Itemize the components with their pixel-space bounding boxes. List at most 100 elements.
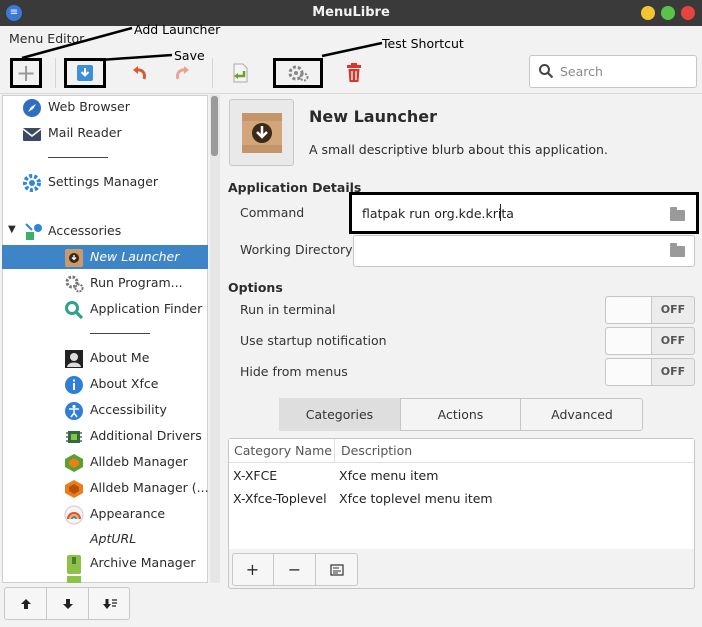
run-in-terminal-toggle[interactable]: OFF [605,296,695,324]
appearance-icon [64,505,84,525]
sort-icon [103,598,117,609]
annotation-add-launcher: Add Launcher [134,22,221,37]
tree-item-application-finder[interactable]: Application Finder [2,297,208,321]
add-category-button[interactable]: + [232,553,274,586]
about-xfce-icon [65,376,83,394]
additional-drivers-icon [66,431,82,443]
hide-from-menus-toggle[interactable]: OFF [605,358,695,386]
annotation-save: Save [174,48,205,63]
tree-item-label: Alldeb Manager [90,454,188,469]
column-header-category-name[interactable]: Category Name [229,439,335,463]
tree-item-mail-reader[interactable]: Mail Reader [2,121,208,145]
add-icon: + [245,560,260,579]
move-down-button[interactable] [47,587,89,620]
mail-reader-icon [22,128,42,141]
tree-item-label: Run Program... [90,275,183,290]
tree-item-label: Archive Manager [90,555,196,570]
launcher-name[interactable]: New Launcher [309,107,437,126]
tree-item-apturl[interactable]: AptURL [2,527,208,551]
web-browser-icon [23,99,41,117]
tree-item-appearance[interactable]: Appearance [2,502,208,526]
tree-item-label: Mail Reader [48,125,122,140]
tree-item-alldeb-manager-2[interactable]: Alldeb Manager (... [2,476,209,500]
tree-separator [48,157,108,158]
hide-from-menus-label: Hide from menus [240,364,348,379]
tree-item-label: Additional Drivers [90,428,202,443]
tree-item-about-me[interactable]: About Me [2,346,208,370]
tree-item-label: New Launcher [90,249,180,264]
clear-icon [330,563,344,576]
tree-item-archive-manager[interactable]: Archive Manager [2,551,208,575]
move-up-icon [20,598,31,609]
toggle-state: OFF [660,334,686,347]
application-finder-icon [65,301,84,320]
tree-item-settings-manager[interactable]: Settings Manager [2,170,208,194]
move-up-button[interactable] [5,587,47,620]
table-cell[interactable]: Xfce toplevel menu item [339,491,493,506]
new-launcher-icon [65,249,83,267]
startup-notification-label: Use startup notification [240,333,387,348]
tree-scrollbar[interactable] [210,95,220,583]
launcher-comment[interactable]: A small descriptive blurb about this app… [309,142,608,157]
accessibility-icon [65,402,83,420]
accessories-icon [25,223,42,240]
tree-item-label: About Me [90,350,150,365]
command-label: Command [240,205,305,220]
toggle-state: OFF [660,303,686,316]
tab-categories[interactable]: Categories [279,398,401,431]
tree-item-label: Accessories [48,223,122,238]
remove-icon: − [287,560,302,579]
startup-notification-toggle[interactable]: OFF [605,327,695,355]
run-program-icon [65,275,84,293]
command-value: flatpak run org.kde.krita [362,206,514,221]
annotation-test-shortcut: Test Shortcut [382,36,464,51]
command-field[interactable]: flatpak run org.kde.krita [349,192,699,234]
working-directory-label: Working Directory [240,242,353,257]
tree-item-accessories[interactable]: ▼ Accessories [2,219,208,243]
working-directory-field[interactable] [353,235,695,267]
tree-item-additional-drivers[interactable]: Additional Drivers [2,424,208,448]
tab-advanced[interactable]: Advanced [521,398,643,431]
sort-button[interactable] [89,587,131,620]
alldeb-manager-icon [65,480,83,498]
tree-item-about-xfce[interactable]: About Xfce [2,372,208,396]
table-cell[interactable]: X-XFCE [233,468,277,483]
archive-manager-icon [67,555,81,574]
tree-scrollbar-thumb[interactable] [211,96,218,156]
remove-category-button[interactable]: − [274,553,316,586]
tree-item-label: Alldeb Manager (... [90,480,209,495]
tree-separator [90,333,150,334]
alldeb-manager-icon [65,454,83,472]
folder-icon[interactable] [670,207,685,221]
tree-item-alldeb-manager[interactable]: Alldeb Manager [2,450,208,474]
tree-item-accessibility[interactable]: Accessibility [2,398,208,422]
tree-item-run-program[interactable]: Run Program... [2,271,208,295]
tree-item-label: AptURL [90,531,137,546]
tree-item-label: Appearance [90,506,166,521]
move-down-icon [62,598,73,609]
tab-actions[interactable]: Actions [401,398,521,431]
folder-icon[interactable] [670,243,685,257]
about-me-icon [65,350,83,368]
settings-manager-icon [23,174,41,192]
table-cell[interactable]: Xfce menu item [339,468,438,483]
application-details-heading: Application Details [228,180,362,195]
tree-item-partial [2,576,208,583]
expander-arrow-icon[interactable]: ▼ [8,224,16,235]
column-header-description[interactable]: Description [335,439,694,463]
run-in-terminal-label: Run in terminal [240,302,336,317]
options-heading: Options [228,280,283,295]
tree-item-label: Web Browser [48,99,130,114]
tree-item-label: Settings Manager [48,174,159,189]
toggle-state: OFF [660,365,686,378]
tree-item-label: Accessibility [90,402,167,417]
tree-item-new-launcher[interactable]: New Launcher [2,245,208,269]
tree-item-web-browser[interactable]: Web Browser [2,95,208,119]
launcher-icon-button[interactable] [229,99,294,166]
partial-item-icon [67,576,81,583]
clear-categories-button[interactable] [316,553,358,586]
tree-item-label: Application Finder [90,301,203,316]
tree-item-label: About Xfce [90,376,159,391]
table-cell[interactable]: X-Xfce-Toplevel [233,491,327,506]
launcher-icon [242,113,282,153]
